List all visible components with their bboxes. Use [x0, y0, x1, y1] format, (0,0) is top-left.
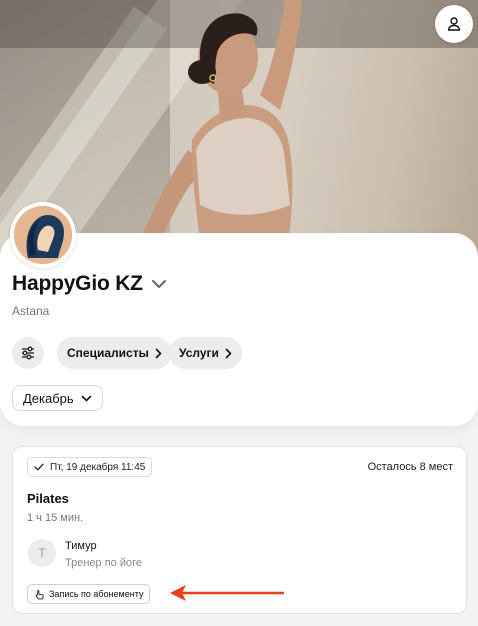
chevron-right-icon [225, 348, 232, 358]
subscription-booking-button[interactable]: Запись по абонементу [27, 584, 151, 604]
chip-label: Услуги [179, 346, 219, 360]
chevron-down-icon [151, 280, 166, 288]
logo-woman-profile [14, 206, 72, 264]
chip-label: Специалисты [67, 346, 149, 360]
chevron-right-icon [155, 348, 162, 358]
month-label: Декабрь [23, 390, 74, 406]
session-date-tag: Пт, 19 декабря 11:45 [27, 457, 153, 477]
studio-city: Astana [12, 304, 50, 318]
profile-button[interactable] [435, 5, 473, 43]
seats-left: Осталось 8 мест [367, 461, 453, 473]
chip-specialists[interactable]: Специалисты [57, 337, 172, 369]
trainer-name: Тимур [65, 540, 97, 552]
trainer-avatar: Т [28, 539, 56, 567]
yoga-woman-illustration [140, 0, 302, 262]
filters-button[interactable] [12, 337, 44, 369]
user-icon [447, 17, 461, 31]
session-duration: 1 ч 15 мин. [27, 512, 84, 524]
chip-services[interactable]: Услуги [169, 337, 242, 369]
sliders-icon [22, 346, 34, 360]
studio-avatar [10, 202, 76, 268]
subscription-button-label: Запись по абонементу [49, 589, 144, 599]
trainer-role: Тренер по йоге [65, 557, 142, 569]
session-title: Pilates [27, 491, 69, 506]
studio-name: HappyGio KZ [12, 272, 143, 295]
red-arrow-annotation [170, 585, 284, 601]
tap-hand-icon [35, 589, 44, 599]
trainer-initial: Т [38, 546, 46, 560]
month-dropdown[interactable]: Декабрь [12, 385, 103, 411]
session-date: Пт, 19 декабря 11:45 [50, 461, 146, 473]
studio-selector[interactable]: HappyGio KZ [12, 272, 167, 296]
chevron-down-icon [81, 395, 91, 401]
check-icon [34, 463, 44, 471]
